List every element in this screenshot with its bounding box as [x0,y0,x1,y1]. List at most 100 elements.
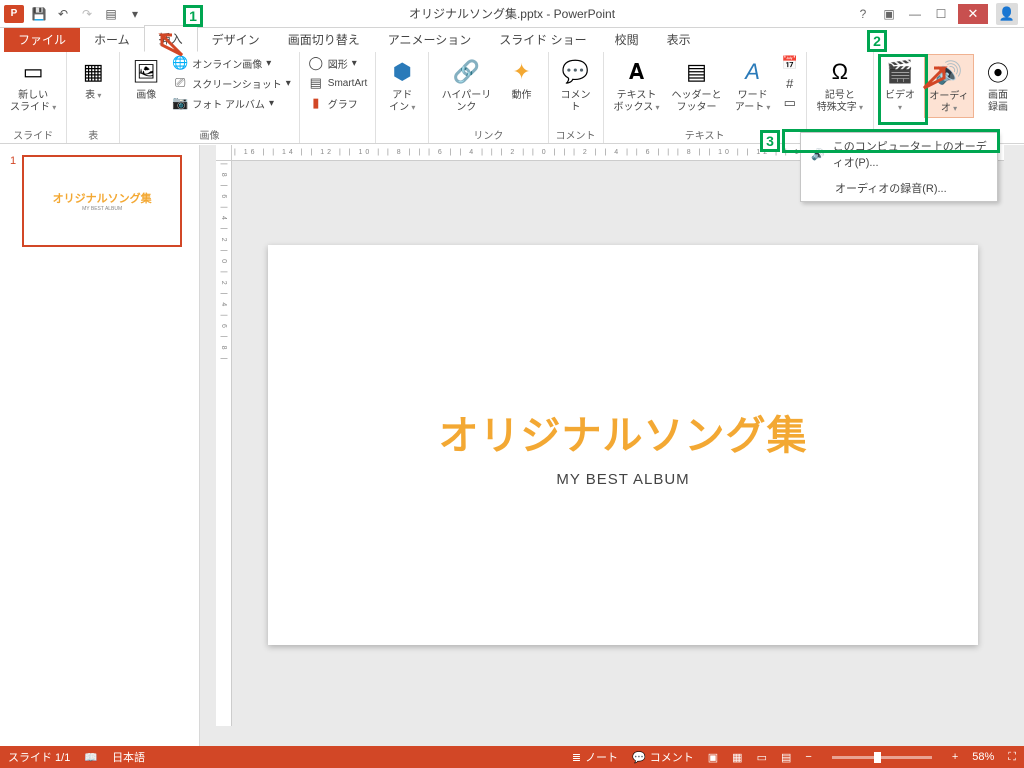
ruler-vertical: | 8 | 6 | 4 | 2 | 0 | 2 | 4 | 6 | 8 | [216,161,232,726]
status-bar: スライド 1/1 📖 日本語 ≣ ノート 💬 コメント ▣ ▦ ▭ ▤ − + … [0,746,1024,768]
tab-home[interactable]: ホーム [80,27,144,52]
notes-button[interactable]: ≣ ノート [572,749,618,765]
slide-counter[interactable]: スライド 1/1 [8,749,70,765]
screenshot-button[interactable]: ⎚スクリーンショット ▾ [170,74,293,92]
fit-window-icon[interactable]: ⛶ [1008,751,1016,764]
action-button[interactable]: ✦動作 [502,54,542,104]
tab-slideshow[interactable]: スライド ショー [485,27,600,52]
group-label-illustrations [306,129,369,143]
spellcheck-icon[interactable]: 📖 [84,751,98,764]
help-icon[interactable]: ? [854,5,872,23]
tab-animations[interactable]: アニメーション [374,27,486,52]
audio-button[interactable]: 🔊オーディオ [924,54,974,118]
redo-icon[interactable]: ↷ [78,5,96,23]
ribbon: ▭新しい スライド スライド ▦表 表 🖼画像 🌐オンライン画像 ▾ ⎚スクリー… [0,52,1024,144]
wordart-icon: A [737,56,769,88]
addins-icon: ⬢ [386,56,418,88]
tab-file[interactable]: ファイル [4,27,80,52]
slide-canvas-area: | 16 | | 14 | | 12 | | 10 | | 8 | | | 6 … [200,145,1024,746]
shapes-button[interactable]: ◯図形 ▾ [306,54,369,72]
thumbnail-number: 1 [10,155,16,247]
normal-view-icon[interactable]: ▣ [708,751,718,764]
image-icon: 🖼 [130,56,162,88]
ribbon-options-icon[interactable]: ▣ [880,5,898,23]
smartart-button[interactable]: ▤SmartArt [306,74,369,92]
zoom-out-button[interactable]: − [805,751,811,763]
slide-subtitle[interactable]: MY BEST ALBUM [556,471,689,488]
screen-recording-button[interactable]: ⦿画面 録画 [978,54,1018,116]
comment-button[interactable]: 💬コメント [555,54,597,116]
tab-view[interactable]: 表示 [653,27,705,52]
addins-button[interactable]: ⬢アド イン [382,54,422,116]
hyperlink-button[interactable]: 🔗ハイパーリンク [435,54,497,116]
chart-button[interactable]: ▮グラフ [306,94,369,112]
zoom-slider[interactable] [832,756,932,759]
slide-title[interactable]: オリジナルソング集 [439,403,808,461]
group-comment: 💬コメント コメント [549,52,604,143]
table-button[interactable]: ▦表 [73,54,113,104]
group-label-images: 画像 [126,125,293,143]
sorter-view-icon[interactable]: ▦ [732,751,742,764]
thumbnail-title: オリジナルソング集 [53,190,152,206]
audio-from-pc-item[interactable]: 🔊このコンピューター上のオーディオ(P)... [801,133,997,175]
group-symbol: Ω記号と 特殊文字 [807,52,874,143]
comments-button[interactable]: 💬 コメント [632,749,694,765]
group-label-comment: コメント [555,125,597,143]
language-indicator[interactable]: 日本語 [112,749,145,765]
date-time-icon: 📅 [782,55,798,71]
hyperlink-icon: 🔗 [450,56,482,88]
group-illustrations: ◯図形 ▾ ▤SmartArt ▮グラフ [300,52,376,143]
tab-insert[interactable]: 挿入 [144,25,198,52]
textbox-icon: 𝐀 [621,56,653,88]
qat-dropdown-icon[interactable]: ▾ [126,5,144,23]
reading-view-icon[interactable]: ▭ [757,751,767,764]
zoom-in-button[interactable]: + [952,751,958,763]
photo-album-button[interactable]: 📷フォト アルバム ▾ [170,94,293,112]
online-picture-button[interactable]: 🌐オンライン画像 ▾ [170,54,293,72]
group-addins: ⬢アド イン [376,52,429,143]
slideshow-view-icon[interactable]: ▤ [781,751,791,764]
audio-icon: 🔊 [933,57,965,89]
thumbnail-1[interactable]: 1 オリジナルソング集 MY BEST ALBUM [10,155,189,247]
group-media: 🎬ビデオ 🔊オーディオ ⦿画面 録画 メディア [874,52,1024,143]
shapes-icon: ◯ [308,55,324,71]
image-button[interactable]: 🖼画像 [126,54,166,104]
save-icon[interactable]: 💾 [30,5,48,23]
maximize-icon[interactable]: ☐ [932,5,950,23]
thumbnail-preview: オリジナルソング集 MY BEST ALBUM [22,155,182,247]
slide-number-button[interactable]: # [780,74,800,92]
close-icon[interactable]: ✕ [958,4,988,24]
account-avatar[interactable]: 👤 [996,3,1018,25]
slide-canvas[interactable]: オリジナルソング集 MY BEST ALBUM [268,245,978,645]
tab-design[interactable]: デザイン [198,27,274,52]
object-button[interactable]: ▭ [780,94,800,112]
date-time-button[interactable]: 📅 [780,54,800,72]
photo-album-icon: 📷 [172,95,188,111]
window-controls: ? ▣ — ☐ ✕ 👤 [854,3,1024,25]
minimize-icon[interactable]: — [906,5,924,23]
qat: P 💾 ↶ ↷ ▤ ▾ [0,5,144,23]
object-icon: ▭ [782,95,798,111]
video-icon: 🎬 [884,56,916,88]
start-slideshow-icon[interactable]: ▤ [102,5,120,23]
undo-icon[interactable]: ↶ [54,5,72,23]
screen-rec-icon: ⦿ [982,56,1014,88]
symbol-icon: Ω [824,56,856,88]
ruler-origin [216,145,232,161]
symbol-button[interactable]: Ω記号と 特殊文字 [813,54,867,116]
group-slide: ▭新しい スライド スライド [0,52,67,143]
slide-thumbnails: 1 オリジナルソング集 MY BEST ALBUM [0,145,200,746]
new-slide-button[interactable]: ▭新しい スライド [6,54,60,116]
zoom-level[interactable]: 58% [972,751,994,763]
screenshot-icon: ⎚ [172,75,188,91]
thumbnail-subtitle: MY BEST ALBUM [82,206,122,212]
speaker-icon: 🔊 [811,146,825,162]
tab-review[interactable]: 校閲 [601,27,653,52]
tab-transitions[interactable]: 画面切り替え [274,27,374,52]
wordart-button[interactable]: Aワードアート [729,54,775,116]
header-footer-button[interactable]: ▤ヘッダーと フッター [667,54,725,116]
audio-record-item[interactable]: オーディオの録音(R)... [801,175,997,201]
textbox-button[interactable]: 𝐀テキスト ボックス [610,54,664,116]
video-button[interactable]: 🎬ビデオ [880,54,920,116]
online-picture-icon: 🌐 [172,55,188,71]
